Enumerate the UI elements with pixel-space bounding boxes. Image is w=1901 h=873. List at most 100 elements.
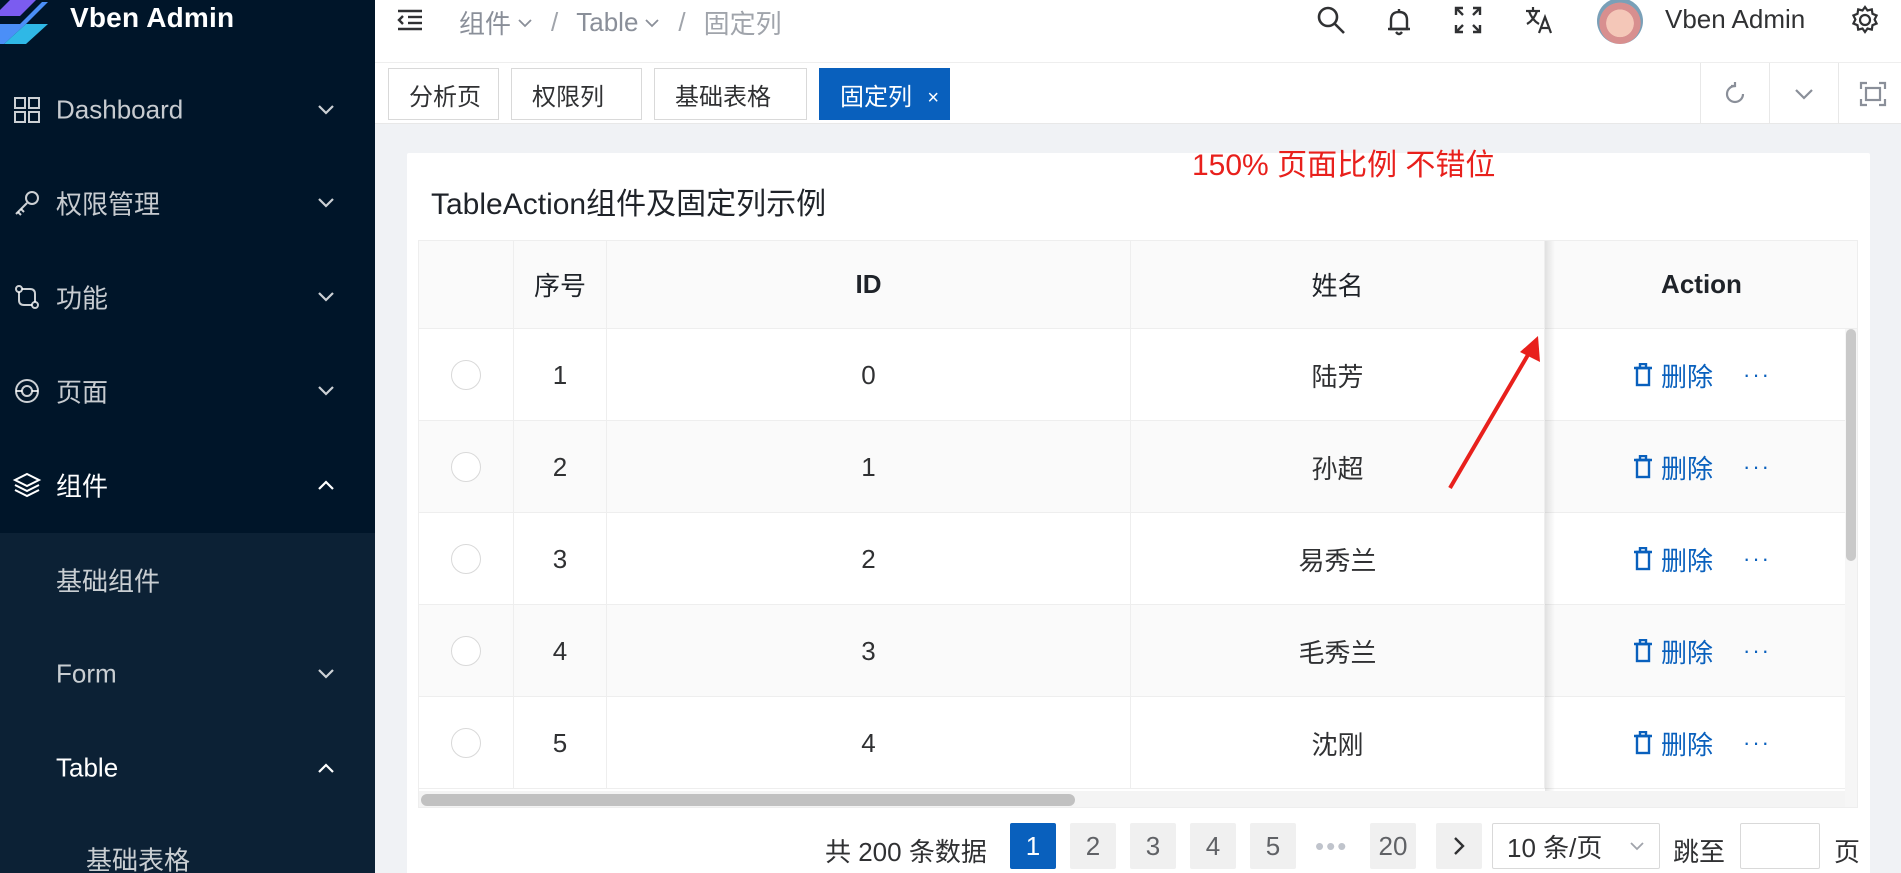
sidebar-subitem-form[interactable]: Form — [0, 627, 375, 721]
page-button[interactable]: 1 — [1010, 823, 1056, 869]
delete-button[interactable]: 删除 — [1633, 633, 1713, 670]
more-actions-button[interactable]: ··· — [1743, 730, 1771, 756]
jump-page-input[interactable] — [1740, 823, 1820, 869]
table-row: 4 3 毛秀兰 删除 ··· — [419, 605, 1857, 697]
column-header-index: 序号 — [514, 241, 607, 329]
sidebar-item-feature[interactable]: 功能 — [0, 250, 375, 344]
row-radio[interactable] — [451, 360, 481, 390]
sidebar-item-permission[interactable]: 权限管理 — [0, 156, 375, 250]
page-button[interactable]: 4 — [1190, 823, 1236, 869]
column-header-id[interactable]: ID — [607, 241, 1131, 329]
action-cell: 删除 ··· — [1545, 513, 1857, 605]
delete-label: 删除 — [1661, 361, 1714, 392]
index-cell: 5 — [514, 697, 607, 789]
row-radio[interactable] — [451, 728, 481, 758]
column-header-name[interactable]: 姓名 — [1131, 241, 1545, 329]
delete-label: 删除 — [1661, 453, 1714, 484]
gear-icon[interactable] — [1849, 4, 1881, 36]
delete-button[interactable]: 删除 — [1633, 449, 1713, 486]
delete-label: 删除 — [1661, 729, 1714, 760]
breadcrumb-item[interactable]: Table — [576, 7, 660, 38]
more-actions-button[interactable]: ··· — [1743, 362, 1771, 388]
tab-analysis[interactable]: 分析页 — [388, 68, 499, 120]
name-cell: 毛秀兰 — [1131, 605, 1545, 697]
page-button[interactable]: 2 — [1070, 823, 1116, 869]
sidebar-item-label: Dashboard — [56, 94, 184, 125]
index-cell: 4 — [514, 605, 607, 697]
sidebar-item-label: 权限管理 — [56, 189, 161, 220]
chevron-down-icon — [1795, 88, 1813, 100]
fullscreen-icon[interactable] — [1452, 4, 1484, 36]
app-title: Vben Admin — [70, 2, 235, 33]
breadcrumb-item[interactable]: 组件 — [459, 4, 533, 41]
breadcrumb-separator: / — [678, 7, 686, 37]
bell-icon[interactable] — [1383, 6, 1415, 38]
chevron-down-icon — [318, 292, 334, 302]
page-ellipsis[interactable]: ••• — [1315, 831, 1348, 862]
more-actions-button[interactable]: ··· — [1743, 546, 1771, 572]
horizontal-scrollbar[interactable] — [419, 791, 1845, 807]
sidebar-item-label: 页面 — [56, 377, 109, 408]
trash-icon — [1634, 547, 1652, 571]
more-actions-button[interactable]: ··· — [1743, 454, 1771, 480]
breadcrumb-current: 固定列 — [703, 9, 782, 39]
sidebar-item-dashboard[interactable]: Dashboard — [0, 63, 375, 157]
sidebar-subitem-basic-components[interactable]: 基础组件 — [0, 533, 375, 627]
id-cell: 3 — [607, 605, 1131, 697]
menu-fold-icon[interactable] — [394, 4, 426, 36]
vben-logo-icon — [0, 0, 48, 44]
trash-icon — [1634, 639, 1652, 663]
delete-button[interactable]: 删除 — [1633, 541, 1713, 578]
page-icon — [15, 379, 39, 403]
id-cell: 4 — [607, 697, 1131, 789]
table-row: 3 2 易秀兰 删除 ··· — [419, 513, 1857, 605]
multi-tab-bar: 分析页 权限列 基础表格 固定列 × — [375, 63, 1901, 124]
sidebar-item-label: Table — [56, 752, 119, 783]
user-name[interactable]: Vben Admin — [1665, 4, 1805, 35]
index-cell: 3 — [514, 513, 607, 605]
chevron-down-icon — [318, 198, 334, 208]
action-cell: 删除 ··· — [1545, 697, 1857, 789]
vertical-scrollbar-thumb[interactable] — [1846, 329, 1856, 561]
row-select-cell — [419, 697, 514, 789]
page-button[interactable]: 3 — [1130, 823, 1176, 869]
row-radio[interactable] — [451, 636, 481, 666]
row-radio[interactable] — [451, 452, 481, 482]
more-actions-button[interactable]: ··· — [1743, 638, 1771, 664]
delete-label: 删除 — [1661, 637, 1714, 668]
layers-icon — [12, 472, 42, 498]
tab-fullscreen-button[interactable] — [1838, 63, 1901, 124]
delete-button[interactable]: 删除 — [1633, 357, 1713, 394]
search-icon[interactable] — [1315, 4, 1347, 36]
top-header: 组件 / Table / 固定列 Vben Admin — [375, 0, 1901, 63]
function-icon — [15, 285, 39, 309]
tab-basic-table[interactable]: 基础表格 — [654, 68, 807, 120]
delete-button[interactable]: 删除 — [1633, 725, 1713, 762]
tab-permission-column[interactable]: 权限列 — [511, 68, 642, 120]
next-page-button[interactable] — [1436, 823, 1482, 869]
delete-label: 删除 — [1661, 545, 1714, 576]
tab-fixed-column[interactable]: 固定列 × — [819, 68, 950, 120]
sidebar-item-components[interactable]: 组件 — [0, 438, 375, 532]
vertical-scrollbar[interactable] — [1845, 329, 1857, 807]
tab-dropdown-button[interactable] — [1769, 63, 1838, 124]
page-size-select[interactable]: 10 条/页 — [1492, 823, 1660, 869]
chevron-down-icon — [318, 669, 334, 679]
sidebar-item-page[interactable]: 页面 — [0, 344, 375, 438]
sidebar-subitem-table[interactable]: Table — [0, 721, 375, 815]
page-button-last[interactable]: 20 — [1370, 823, 1416, 869]
avatar[interactable] — [1597, 0, 1643, 44]
name-cell: 沈刚 — [1131, 697, 1545, 789]
data-table: 序号 ID 姓名 Action 1 0 陆芳 删除 ··· 2 1 孙超 删除 … — [418, 240, 1858, 808]
refresh-tab-button[interactable] — [1700, 63, 1769, 124]
row-radio[interactable] — [451, 544, 481, 574]
horizontal-scrollbar-thumb[interactable] — [421, 794, 1075, 806]
close-icon[interactable]: × — [927, 87, 939, 110]
sidebar-item-label: 组件 — [56, 471, 109, 502]
action-cell: 删除 ··· — [1545, 605, 1857, 697]
page-button[interactable]: 5 — [1250, 823, 1296, 869]
logo[interactable]: Vben Admin — [0, 0, 375, 44]
trash-icon — [1634, 363, 1652, 387]
breadcrumb-label: Table — [576, 7, 639, 37]
translate-icon[interactable] — [1523, 4, 1555, 36]
